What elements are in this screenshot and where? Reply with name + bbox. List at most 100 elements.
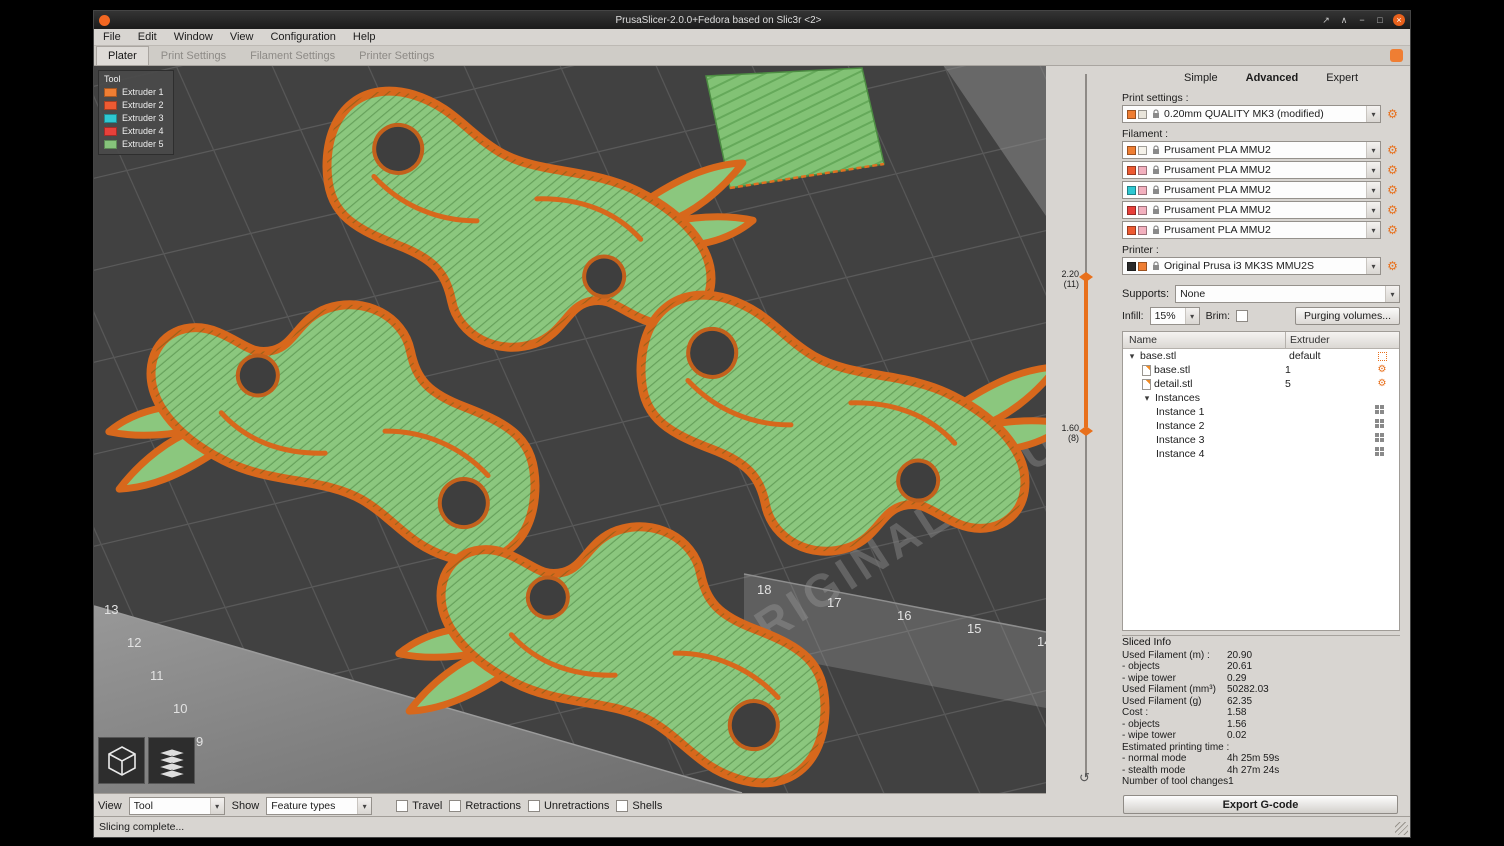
preview-controls-bar: View Tool ▾ Show Feature types ▾ Travel … (94, 793, 1046, 818)
instances-grid-icon[interactable] (1375, 405, 1379, 409)
minimize-icon[interactable]: − (1357, 15, 1367, 25)
layer-slider-upper-handle[interactable] (1079, 272, 1093, 282)
bed-canvas[interactable]: ORIGINAL PRUSA 13 12 11 10 9 18 (94, 66, 1046, 793)
travel-checkbox[interactable] (396, 800, 408, 812)
tab-filament-settings[interactable]: Filament Settings (238, 46, 347, 65)
object-row-detail-part[interactable]: detail.stl 5 ⚙ (1123, 377, 1399, 391)
chevron-down-icon: ▾ (1366, 142, 1380, 158)
tool-legend-title: Tool (104, 74, 168, 84)
lock-icon (1152, 185, 1160, 195)
filament-combo-2[interactable]: Prusament PLA MMU2 ▾ (1122, 161, 1381, 179)
brim-checkbox[interactable] (1236, 310, 1248, 322)
filament-gear-icon-4[interactable]: ⚙ (1385, 204, 1400, 216)
purging-volumes-button[interactable]: Purging volumes... (1295, 307, 1400, 325)
object-settings-icon[interactable] (1378, 352, 1387, 361)
shells-checkbox[interactable] (616, 800, 628, 812)
filament-combo-5[interactable]: Prusament PLA MMU2 ▾ (1122, 221, 1381, 239)
object-row-instance-1[interactable]: Instance 1 (1123, 405, 1399, 419)
extruder-2-label: Extruder 2 (122, 100, 164, 110)
close-icon[interactable]: × (1393, 14, 1405, 26)
layer-slider-lower-handle[interactable] (1079, 426, 1093, 436)
expander-icon[interactable]: ▾ (1142, 393, 1152, 404)
layer-slider-range (1084, 277, 1088, 427)
mode-tab-advanced[interactable]: Advanced (1246, 72, 1299, 84)
tab-printer-settings[interactable]: Printer Settings (347, 46, 446, 65)
extruder-3-swatch (104, 114, 117, 123)
slider-reset-icon[interactable]: ↺ (1079, 770, 1090, 786)
menu-help[interactable]: Help (353, 31, 376, 43)
used-filament-m: 20.90 (1227, 650, 1252, 662)
config-update-icon[interactable] (1390, 49, 1403, 62)
menu-view[interactable]: View (230, 31, 254, 43)
instances-grid-icon[interactable] (1375, 447, 1379, 451)
part-icon (1142, 379, 1151, 390)
object-row-instance-2[interactable]: Instance 2 (1123, 419, 1399, 433)
tab-plater[interactable]: Plater (96, 46, 149, 65)
sliced-info-title: Sliced Info (1122, 637, 1400, 649)
svg-text:15: 15 (967, 621, 981, 636)
cost: 1.58 (1227, 707, 1246, 719)
object-row-base[interactable]: ▾ base.stl default (1123, 349, 1399, 363)
view-3d-button[interactable] (98, 737, 145, 784)
svg-text:13: 13 (104, 602, 118, 617)
object-row-instance-4[interactable]: Instance 4 (1123, 447, 1399, 461)
filament-combo-4[interactable]: Prusament PLA MMU2 ▾ (1122, 201, 1381, 219)
resize-grip[interactable] (1395, 822, 1408, 835)
retractions-checkbox[interactable] (449, 800, 461, 812)
feature-types-select[interactable]: Feature types ▾ (266, 797, 372, 815)
filament-gear-icon-5[interactable]: ⚙ (1385, 224, 1400, 236)
part-settings-gear-icon[interactable]: ⚙ (1375, 365, 1390, 375)
infill-select[interactable]: 15% ▾ (1150, 307, 1200, 325)
view-mode-select[interactable]: Tool ▾ (129, 797, 225, 815)
part-settings-gear-icon[interactable]: ⚙ (1375, 379, 1390, 389)
filament-gear-icon-3[interactable]: ⚙ (1385, 184, 1400, 196)
lock-icon (1152, 165, 1160, 175)
title-bar: PrusaSlicer-2.0.0+Fedora based on Slic3r… (94, 11, 1410, 29)
lock-icon (1152, 145, 1160, 155)
always-on-top-icon[interactable]: ↗ (1321, 15, 1331, 26)
tab-print-settings[interactable]: Print Settings (149, 46, 238, 65)
column-extruder: Extruder (1285, 332, 1365, 348)
print-settings-gear-icon[interactable]: ⚙ (1385, 108, 1400, 120)
menu-edit[interactable]: Edit (138, 31, 157, 43)
brim-label: Brim: (1206, 310, 1231, 322)
tab-bar: Plater Print Settings Filament Settings … (94, 46, 1410, 66)
supports-select[interactable]: None ▾ (1175, 285, 1400, 303)
tool-legend: Tool Extruder 1 Extruder 2 Extruder 3 Ex… (98, 70, 174, 155)
expander-icon[interactable]: ▾ (1127, 351, 1137, 362)
maximize-icon[interactable]: □ (1375, 15, 1385, 25)
menu-window[interactable]: Window (174, 31, 213, 43)
view-layers-button[interactable] (148, 737, 195, 784)
chevron-down-icon: ▾ (1366, 202, 1380, 218)
mode-tab-expert[interactable]: Expert (1326, 72, 1358, 84)
instances-grid-icon[interactable] (1375, 419, 1379, 423)
instances-grid-icon[interactable] (1375, 433, 1379, 437)
export-gcode-button[interactable]: Export G-code (1123, 795, 1398, 814)
object-row-instances[interactable]: ▾ Instances (1123, 391, 1399, 405)
infill-label: Infill: (1122, 310, 1144, 322)
unretractions-checkbox[interactable] (528, 800, 540, 812)
printer-combo[interactable]: Original Prusa i3 MK3S MMU2S ▾ (1122, 257, 1381, 275)
status-bar: Slicing complete... (94, 816, 1410, 837)
printer-gear-icon[interactable]: ⚙ (1385, 260, 1400, 272)
used-filament-g: 62.35 (1227, 696, 1252, 708)
object-row-instance-3[interactable]: Instance 3 (1123, 433, 1399, 447)
menu-file[interactable]: File (103, 31, 121, 43)
mode-tab-simple[interactable]: Simple (1184, 72, 1218, 84)
filament-gear-icon-2[interactable]: ⚙ (1385, 164, 1400, 176)
extruder-4-swatch (104, 127, 117, 136)
filament-combo-1[interactable]: Prusament PLA MMU2 ▾ (1122, 141, 1381, 159)
cube-3d-icon (105, 744, 139, 778)
extruder-2-swatch (104, 101, 117, 110)
menu-configuration[interactable]: Configuration (270, 31, 335, 43)
lock-icon (1152, 109, 1160, 119)
shade-icon[interactable]: ∧ (1339, 15, 1349, 26)
svg-text:16: 16 (897, 608, 911, 623)
print-settings-combo[interactable]: 0.20mm QUALITY MK3 (modified) ▾ (1122, 105, 1381, 123)
show-label: Show (232, 800, 260, 812)
plater-3d-viewport[interactable]: ORIGINAL PRUSA 13 12 11 10 9 18 (94, 66, 1046, 793)
filament-gear-icon-1[interactable]: ⚙ (1385, 144, 1400, 156)
filament-combo-3[interactable]: Prusament PLA MMU2 ▾ (1122, 181, 1381, 199)
object-row-base-part[interactable]: base.stl 1 ⚙ (1123, 363, 1399, 377)
filament-color-chip (1138, 166, 1147, 175)
